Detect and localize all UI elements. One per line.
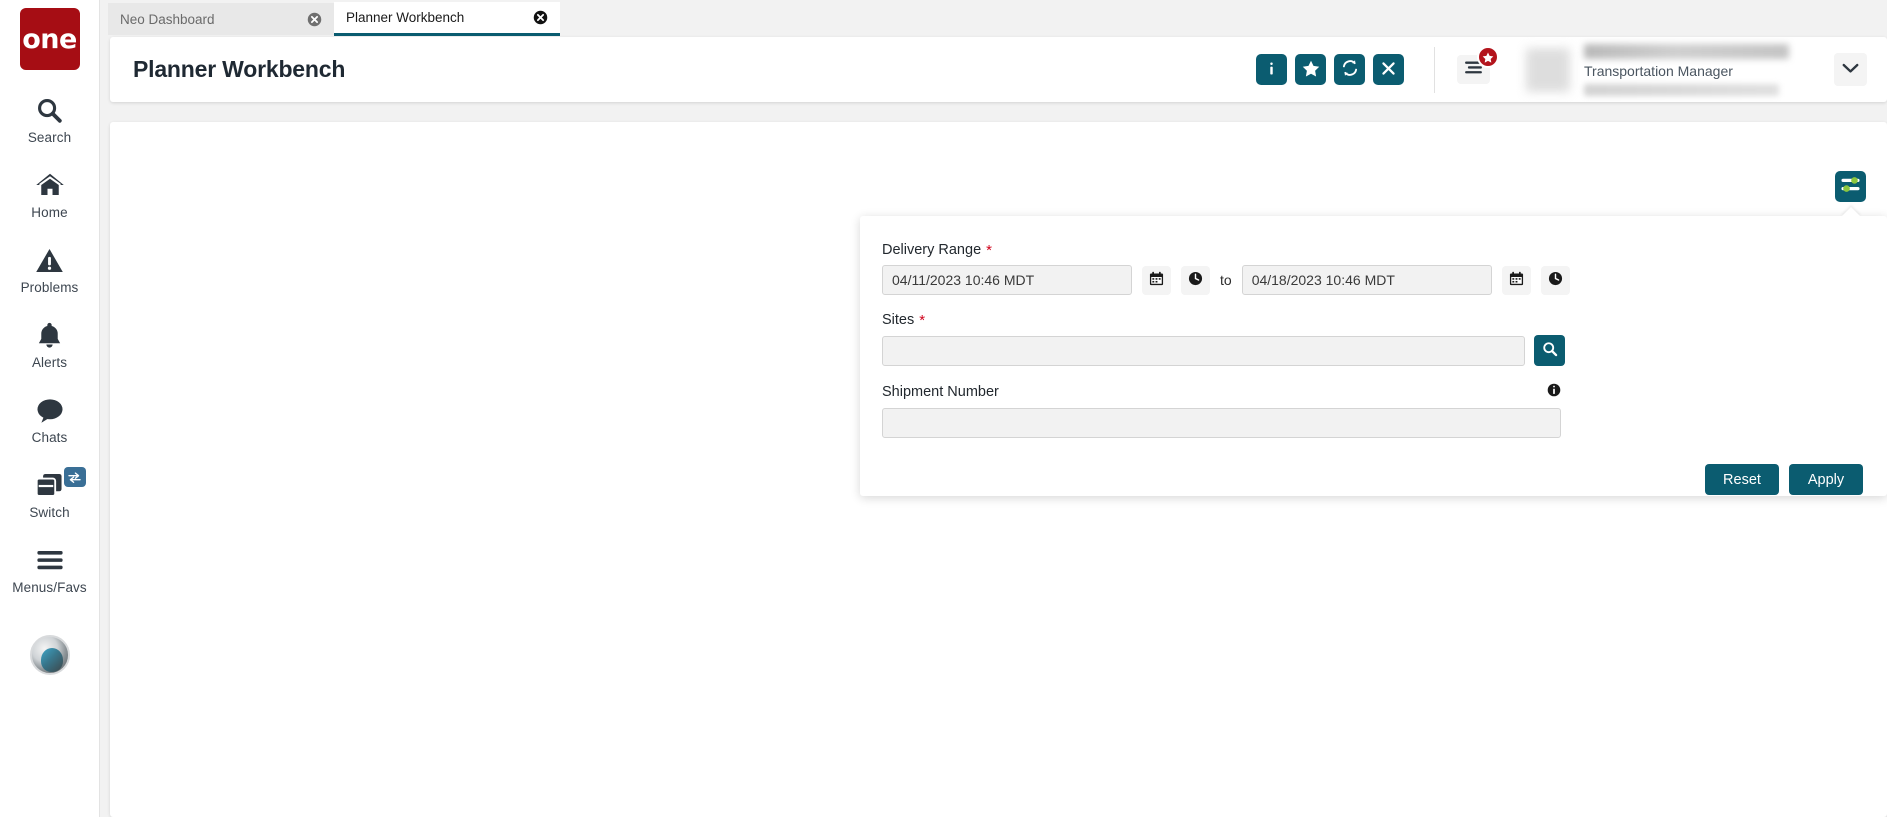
required-asterisk: * <box>919 311 926 329</box>
tab-label: Neo Dashboard <box>120 11 215 27</box>
calendar-icon <box>1509 271 1524 289</box>
sidebar-item-label: Alerts <box>31 355 68 370</box>
sidebar-item-menus-favs[interactable]: Menus/Favs <box>0 544 100 595</box>
info-icon <box>1264 61 1279 79</box>
content-panel: Delivery Range * to <box>110 122 1887 817</box>
left-sidebar: one Search Home Problems Alerts Chats Sw… <box>0 0 100 817</box>
favorite-button[interactable] <box>1295 54 1326 85</box>
delivery-range-to-input[interactable] <box>1241 265 1492 295</box>
sidebar-item-search[interactable]: Search <box>0 94 100 145</box>
sidebar-item-label: Chats <box>31 430 68 445</box>
hamburger-icon <box>35 544 65 576</box>
reset-button[interactable]: Reset <box>1705 464 1779 495</box>
from-time-button[interactable] <box>1181 265 1210 295</box>
tab-label: Planner Workbench <box>346 10 465 25</box>
delivery-range-field: Delivery Range * to <box>882 242 1863 295</box>
sidebar-item-problems[interactable]: Problems <box>0 244 100 295</box>
close-button[interactable] <box>1373 54 1404 85</box>
switch-toggle-badge[interactable] <box>63 467 86 487</box>
tab-bar: Neo Dashboard Planner Workbench <box>100 0 1887 36</box>
close-icon <box>1381 61 1396 79</box>
page-header: Planner Workbench Transportation Manager <box>110 37 1887 102</box>
from-calendar-button[interactable] <box>1142 265 1171 295</box>
shipment-number-row <box>882 408 1863 438</box>
sites-input[interactable] <box>882 335 1525 366</box>
sidebar-item-label: Menus/Favs <box>12 580 87 595</box>
sidebar-item-label: Switch <box>29 505 70 520</box>
one-logo[interactable]: one <box>19 8 80 70</box>
tab-close-icon[interactable] <box>307 12 322 27</box>
tab-planner-workbench[interactable]: Planner Workbench <box>334 2 560 36</box>
to-time-button[interactable] <box>1540 265 1570 295</box>
favorites-badge <box>1477 46 1499 68</box>
sites-label: Sites * <box>882 312 1863 328</box>
search-icon <box>1542 341 1558 360</box>
sites-row <box>882 335 1863 366</box>
menus-favorites-button[interactable] <box>1457 46 1499 84</box>
home-icon <box>35 169 65 201</box>
sidebar-item-chats[interactable]: Chats <box>0 394 100 445</box>
filter-toggle-button[interactable] <box>1835 171 1866 202</box>
sidebar-item-label: Search <box>27 130 72 145</box>
required-asterisk: * <box>986 241 992 259</box>
delivery-range-row: to <box>882 265 1863 295</box>
user-info: Transportation Manager <box>1584 43 1834 96</box>
sidebar-item-alerts[interactable]: Alerts <box>0 319 100 370</box>
warning-triangle-icon <box>35 244 64 276</box>
user-name-redacted <box>1584 43 1789 59</box>
sliders-icon <box>1840 175 1861 199</box>
shipment-number-label-row: Shipment Number <box>882 383 1561 401</box>
sidebar-item-label: Home <box>31 205 68 220</box>
user-menu[interactable]: Transportation Manager <box>1526 43 1834 96</box>
refresh-button[interactable] <box>1334 54 1365 85</box>
page-title: Planner Workbench <box>133 56 346 82</box>
range-separator-label: to <box>1220 272 1232 288</box>
sidebar-avatar[interactable] <box>29 635 70 675</box>
sidebar-item-label: Problems <box>20 280 79 295</box>
calendar-icon <box>1149 271 1164 289</box>
bell-icon <box>36 319 63 351</box>
tab-neo-dashboard[interactable]: Neo Dashboard <box>108 3 334 35</box>
filter-panel: Delivery Range * to <box>860 207 1887 496</box>
sidebar-item-switch[interactable]: Switch <box>0 467 100 520</box>
delivery-range-label: Delivery Range * <box>882 242 1863 258</box>
sites-field: Sites * <box>882 312 1863 366</box>
label-text: Delivery Range <box>882 242 982 258</box>
filter-panel-caret <box>1841 207 1861 217</box>
user-role: Transportation Manager <box>1584 62 1733 79</box>
sidebar-item-home[interactable]: Home <box>0 169 100 220</box>
user-org-redacted <box>1584 83 1779 96</box>
shipment-number-info-icon[interactable] <box>1547 383 1561 401</box>
refresh-icon <box>1341 59 1359 80</box>
shipment-number-input[interactable] <box>882 408 1561 438</box>
header-action-group <box>1256 54 1404 85</box>
label-text: Shipment Number <box>882 384 999 400</box>
to-calendar-button[interactable] <box>1501 265 1531 295</box>
label-text: Sites <box>882 312 915 328</box>
apply-button[interactable]: Apply <box>1789 464 1863 495</box>
sites-search-button[interactable] <box>1534 335 1565 366</box>
clock-icon <box>1548 271 1563 289</box>
user-menu-chevron[interactable] <box>1834 53 1867 86</box>
windows-stack-icon <box>35 469 65 501</box>
clock-icon <box>1188 271 1203 289</box>
app-root: one Search Home Problems Alerts Chats Sw… <box>0 0 1887 817</box>
star-icon <box>1302 60 1320 80</box>
filter-panel-actions: Reset Apply <box>882 464 1863 495</box>
header-divider <box>1434 46 1435 93</box>
shipment-number-field: Shipment Number <box>882 383 1863 438</box>
info-button[interactable] <box>1256 54 1287 85</box>
chat-bubble-icon <box>35 394 65 426</box>
chevron-down-icon <box>1842 61 1859 79</box>
delivery-range-from-input[interactable] <box>882 265 1132 295</box>
search-icon <box>35 94 64 126</box>
logo-text: one <box>22 23 77 55</box>
tab-close-icon[interactable] <box>533 10 548 25</box>
avatar <box>1526 47 1570 92</box>
